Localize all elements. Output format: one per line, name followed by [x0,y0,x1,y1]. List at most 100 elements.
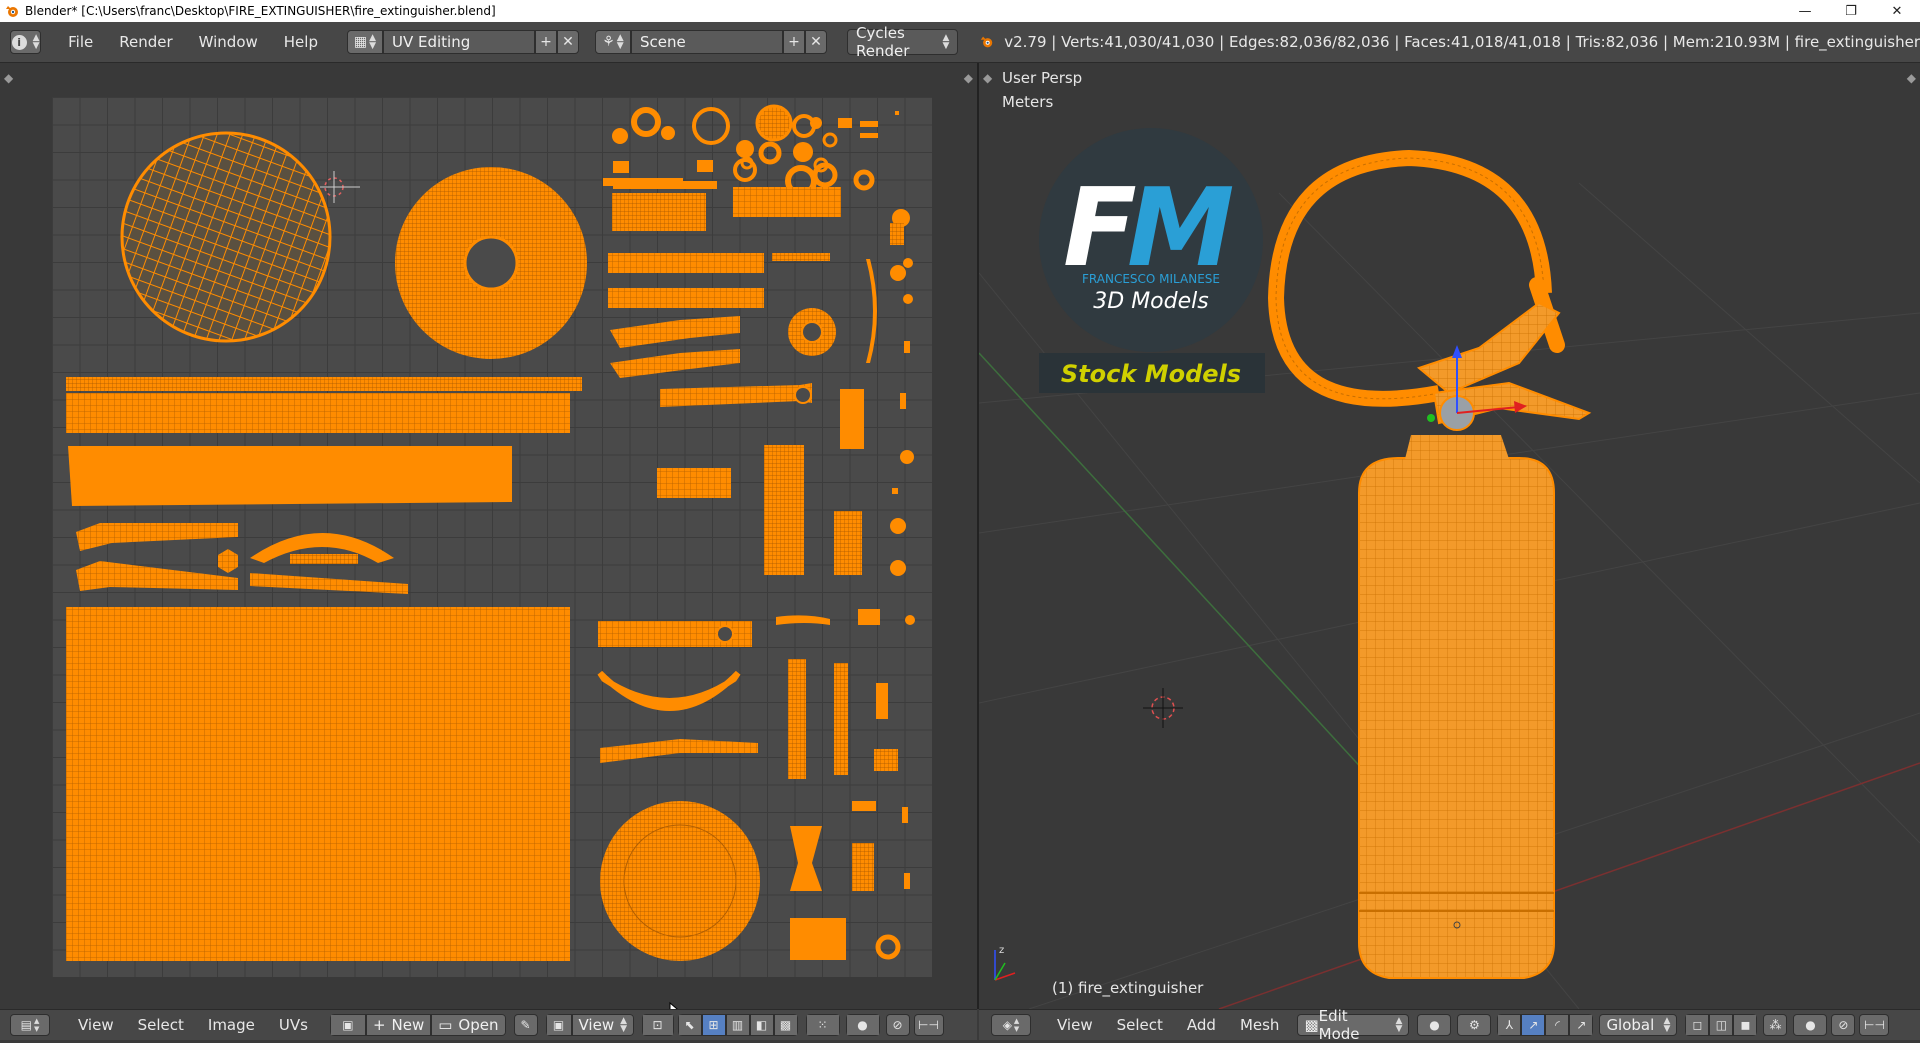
interaction-mode-dropdown[interactable]: ▩ Edit Mode ▲ ▼ [1297,1007,1410,1043]
updown-icon: ▲ ▼ [1663,1016,1671,1034]
uv-image-editor[interactable]: ◆ ◆ [0,63,977,1009]
menu-render[interactable]: Render [106,28,185,56]
uv-island-strip[interactable] [66,393,570,433]
island-icon: ▩ [779,1018,792,1032]
close-button[interactable]: ✕ [1874,0,1920,22]
pivot-point-dropdown[interactable]: ⚙ [1457,1014,1492,1036]
select-vertex-button[interactable]: ⊞ [701,1014,726,1036]
updown-icon: ▲ ▼ [942,33,950,51]
select-vertex-mode-button[interactable]: ◻ [1685,1014,1710,1036]
uv-island-handle[interactable] [76,523,238,551]
edit-mode-icon: ▩ [1304,1016,1319,1034]
editor-type-3d-button[interactable]: ◈ ▲ ▼ [991,1014,1031,1036]
area-split-icon[interactable]: ◆ [1907,71,1916,85]
pivot-dropdown[interactable]: ⊡ [641,1014,674,1036]
select-face-mode-button[interactable]: ◼ [1733,1014,1758,1036]
render-engine-dropdown[interactable]: Cycles Render ▲ ▼ [846,24,959,60]
screen-layout-field[interactable]: UV Editing [382,30,535,54]
scale-icon: ↗ [1576,1018,1587,1032]
2d-cursor-icon[interactable] [320,171,360,203]
editor-type-info-button[interactable]: i ▲ ▼ [10,30,42,54]
fire-extinguisher-mesh[interactable] [1267,149,1592,979]
mode-icon-button[interactable]: ▣ [545,1014,572,1036]
svg-text:z: z [999,945,1004,956]
snap-element-icon: ⊢⊣ [918,1018,939,1032]
select-edge-mode-button[interactable]: ◫ [1709,1014,1734,1036]
select-edge-button[interactable]: ▥ [725,1014,750,1036]
open-image-button[interactable]: ▭ Open [431,1014,506,1036]
viewport-shading-dropdown[interactable]: ● [1417,1014,1452,1036]
3d-viewport[interactable]: F M FRANCESCO MILANESE 3D Models Stock M… [979,63,1920,1009]
uv-island-sphere[interactable] [120,131,332,343]
menu-help[interactable]: Help [271,28,331,56]
pin-image-button[interactable]: ✎ [513,1014,538,1036]
uv-islands-layer[interactable] [0,63,977,1009]
proportional-icon: ● [857,1018,868,1032]
menu-window[interactable]: Window [186,28,271,56]
image-browse-button[interactable]: ▣ [329,1014,366,1036]
uv-island-block[interactable] [764,445,804,575]
scene-field[interactable]: Scene [630,30,783,54]
menu-file[interactable]: File [55,28,106,56]
uv-island-cylinder-body[interactable] [66,607,570,961]
editor-type-uv-button[interactable]: ▤ ▲ ▼ [10,1014,50,1036]
uv-menu-image[interactable]: Image [196,1016,267,1034]
maximize-button[interactable]: ❐ [1828,0,1874,22]
uv-view-mode-dropdown[interactable]: View ▲ ▼ [571,1014,634,1036]
delete-screen-button[interactable]: ✕ [556,30,579,54]
updown-icon: ▲ ▼ [33,1017,40,1033]
view3d-menu-view[interactable]: View [1045,1016,1105,1034]
new-image-button[interactable]: + New [365,1014,432,1036]
snap-toggle-button[interactable]: ⊘ [1831,1014,1856,1036]
brand-banner: Stock Models [1061,360,1241,388]
uv-island-handle[interactable] [76,561,238,591]
proportional-edit-dropdown[interactable]: ● [845,1014,880,1036]
info-header: i ▲ ▼ File Render Window Help ▦ ▲ ▼ UV Edit… [0,22,1920,63]
falloff-button[interactable]: ⊘ [885,1014,910,1036]
viewport-scene-layer[interactable]: F M FRANCESCO MILANESE 3D Models Stock M… [979,63,1920,1009]
3d-cursor-icon[interactable] [1143,688,1183,728]
snap-element-dropdown[interactable]: ⊢⊣ [1859,1014,1890,1036]
uv-menu-uvs[interactable]: UVs [267,1016,320,1034]
magnet-icon: ⊘ [1838,1018,1849,1032]
brand-subtitle: 3D Models [1093,289,1208,314]
blender-logo-icon [981,36,993,48]
add-screen-button[interactable]: + [534,30,557,54]
uv-island-block[interactable] [612,193,706,231]
view3d-menu-mesh[interactable]: Mesh [1228,1016,1292,1034]
translate-manipulator-button[interactable]: ↗ [1521,1014,1546,1036]
snap-target-dropdown[interactable]: ⁙ [805,1014,840,1036]
uv-menu-select[interactable]: Select [126,1016,196,1034]
new-image-label: New [391,1016,425,1034]
add-scene-button[interactable]: + [782,30,805,54]
scale-manipulator-button[interactable]: ↗ [1569,1014,1594,1036]
plus-icon: + [540,34,552,50]
snap-element-button[interactable]: ⊢⊣ [913,1014,944,1036]
uv-island-label-band[interactable] [68,446,512,506]
screen-layout-browse-button[interactable]: ▦ ▲ ▼ [346,30,383,54]
select-island-button[interactable]: ▩ [773,1014,798,1036]
manipulator-toggle-button[interactable]: ⅄ [1497,1014,1522,1036]
proportional-icon: ● [1805,1018,1816,1032]
minimize-button[interactable]: — [1782,0,1828,22]
transform-orientation-dropdown[interactable]: Global ▲ ▼ [1599,1014,1678,1036]
select-face-button[interactable]: ◧ [749,1014,774,1036]
uv-island-strip[interactable] [66,377,582,391]
x-icon: ✕ [810,34,822,50]
sticky-select-button[interactable]: ⬉ [677,1014,702,1036]
view3d-menu-add[interactable]: Add [1175,1016,1228,1034]
uv-view-mode-label: View [578,1016,615,1034]
scene-browse-button[interactable]: ⚘ ▲ ▼ [594,30,631,54]
uv-menu-view[interactable]: View [66,1016,126,1034]
area-split-icon[interactable]: ◆ [983,71,992,85]
snap-element-icon: ⊢⊣ [1863,1018,1885,1032]
occlude-geometry-button[interactable]: ⁂ [1763,1014,1788,1036]
cursor-icon: ⬉ [684,1018,695,1032]
transform-orientation-label: Global [1606,1016,1655,1034]
delete-scene-button[interactable]: ✕ [804,30,827,54]
x-axis-line [1218,762,1920,1009]
rotate-manipulator-button[interactable]: ◜ [1545,1014,1570,1036]
image-editor-icon: ▤ [20,1018,32,1032]
proportional-editing-dropdown[interactable]: ● [1793,1014,1828,1036]
view3d-menu-select[interactable]: Select [1105,1016,1175,1034]
